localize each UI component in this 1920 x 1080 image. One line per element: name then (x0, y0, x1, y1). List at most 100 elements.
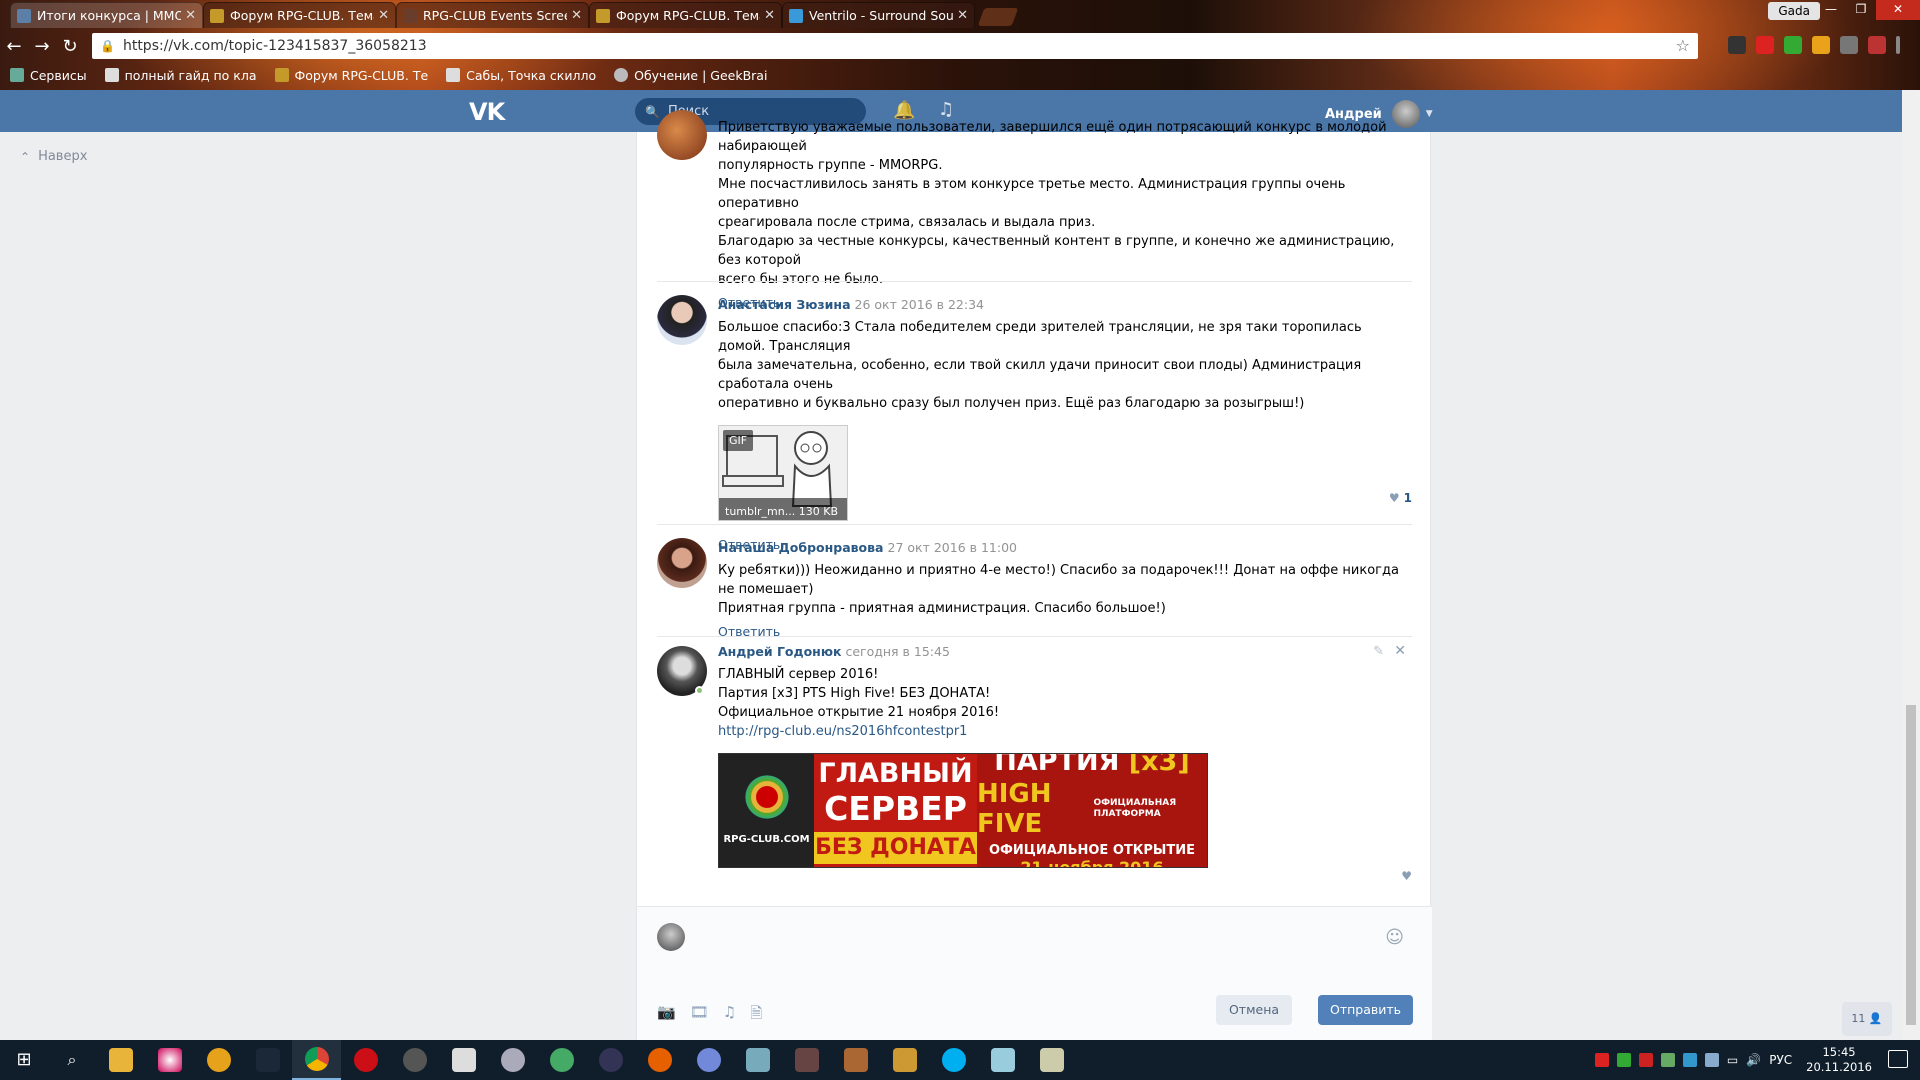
comment-link[interactable]: http://rpg-club.eu/ns2016hfcontestpr1 (718, 722, 1412, 741)
send-button[interactable]: Отправить (1318, 995, 1413, 1025)
bookmark-item[interactable]: Сабы, Точка скилло (446, 68, 596, 83)
video-icon[interactable]: 🎞 (690, 1003, 709, 1028)
participants-counter[interactable]: 11 👤 (1842, 1002, 1892, 1036)
close-tab-icon[interactable]: ✕ (185, 8, 196, 23)
taskbar-app[interactable] (831, 1040, 880, 1080)
close-tab-icon[interactable]: ✕ (957, 8, 968, 23)
page-scrollbar[interactable] (1902, 90, 1920, 1040)
comment-input[interactable] (701, 917, 1372, 957)
extension-icon[interactable] (1784, 36, 1802, 54)
tray-icon[interactable] (1638, 1053, 1653, 1067)
taskbar-app[interactable] (439, 1040, 488, 1080)
taskbar-app[interactable] (194, 1040, 243, 1080)
forward-icon[interactable]: → (28, 36, 56, 57)
volume-icon[interactable]: 🔊 (1746, 1053, 1761, 1067)
scrollbar-thumb[interactable] (1906, 705, 1916, 1025)
extension-icon[interactable] (1868, 36, 1886, 54)
extension-icon[interactable] (1728, 36, 1746, 54)
tray-icon[interactable] (1704, 1053, 1719, 1067)
action-center-icon[interactable] (1888, 1050, 1908, 1068)
avatar[interactable] (657, 110, 707, 160)
document-icon[interactable]: 🗎 (750, 1003, 762, 1028)
reload-icon[interactable]: ↻ (56, 36, 84, 57)
browser-tab[interactable]: RPG-CLUB Events Screen ✕ (396, 2, 589, 28)
emoji-icon[interactable]: ☺ (1385, 927, 1404, 948)
taskbar-app[interactable] (292, 1040, 341, 1080)
promo-banner-image[interactable]: RPG-CLUB.COM ГЛАВНЫЙ СЕРВЕР БЕЗ ДОНАТА П… (718, 753, 1208, 868)
comment-date[interactable]: сегодня в 15:45 (845, 644, 949, 659)
cancel-button[interactable]: Отмена (1216, 995, 1292, 1025)
browser-tab[interactable]: Форум RPG-CLUB. Тема ✕ (203, 2, 396, 28)
comment-date[interactable]: 26 окт 2016 в 22:34 (855, 297, 984, 312)
scroll-to-top-button[interactable]: ⌃ Наверх (20, 149, 87, 164)
menu-icon[interactable] (1896, 36, 1900, 54)
taskbar-app[interactable] (733, 1040, 782, 1080)
tray-icon[interactable] (1616, 1053, 1631, 1067)
like-button[interactable]: ♥ (1401, 869, 1412, 883)
author-name[interactable]: Наташа Добронравова (718, 540, 884, 555)
music-icon[interactable]: ♫ (938, 99, 954, 120)
taskbar-app[interactable] (243, 1040, 292, 1080)
vk-logo[interactable]: VK (469, 98, 505, 126)
new-tab-button[interactable] (977, 8, 1019, 26)
browser-tab[interactable]: Итоги конкурса | ММО ✕ (10, 2, 203, 28)
comment-item: Анастасия Зюзина 26 окт 2016 в 22:34 Боль… (657, 295, 1412, 552)
extensions-area (1728, 36, 1900, 54)
author-name[interactable]: Анастасия Зюзина (718, 297, 851, 312)
taskbar-app[interactable] (96, 1040, 145, 1080)
close-tab-icon[interactable]: ✕ (571, 8, 582, 23)
restore-icon[interactable]: ❐ (1846, 0, 1876, 20)
bookmark-star-icon[interactable]: ☆ (1676, 36, 1690, 55)
browser-tab[interactable]: Форум RPG-CLUB. Тема ✕ (589, 2, 782, 28)
taskbar-app[interactable] (390, 1040, 439, 1080)
taskbar-search-icon[interactable]: ⌕ (48, 1050, 96, 1070)
taskbar-app[interactable] (537, 1040, 586, 1080)
close-tab-icon[interactable]: ✕ (378, 8, 389, 23)
rpg-favicon-icon (274, 68, 289, 82)
minimize-icon[interactable]: — (1816, 0, 1846, 20)
author-name[interactable]: Андрей Годонюк (718, 644, 841, 659)
taskbar-app[interactable] (635, 1040, 684, 1080)
start-button[interactable]: ⊞ (0, 1040, 48, 1080)
comment-date[interactable]: 27 окт 2016 в 11:00 (888, 540, 1017, 555)
tray-icon[interactable] (1660, 1053, 1675, 1067)
window-user-badge[interactable]: Gada (1768, 2, 1820, 20)
gif-attachment[interactable]: GIF tumblr_mn... 130 KB (718, 425, 848, 521)
like-button[interactable]: ♥ 1 (1389, 491, 1412, 505)
taskbar-app[interactable] (782, 1040, 831, 1080)
avatar[interactable] (657, 538, 707, 588)
taskbar-app[interactable] (488, 1040, 537, 1080)
taskbar-app[interactable] (684, 1040, 733, 1080)
app-icon (843, 1048, 868, 1072)
tray-icon[interactable] (1594, 1053, 1609, 1067)
browser-tab[interactable]: Ventrilo - Surround Sour ✕ (782, 2, 975, 28)
bookmark-item[interactable]: Обучение | GeekBrai (614, 68, 767, 83)
back-icon[interactable]: ← (0, 36, 28, 57)
bookmark-item[interactable]: Форум RPG-CLUB. Те (274, 68, 428, 83)
taskbar-app[interactable] (586, 1040, 635, 1080)
window-close-icon[interactable]: ✕ (1876, 0, 1920, 20)
taskbar-app[interactable] (929, 1040, 978, 1080)
network-icon[interactable]: ▭ (1727, 1053, 1738, 1067)
avatar[interactable] (657, 295, 707, 345)
taskbar-app[interactable] (341, 1040, 390, 1080)
reply-link[interactable]: Ответить (718, 622, 1412, 641)
audio-icon[interactable]: ♫ (723, 1003, 736, 1028)
close-tab-icon[interactable]: ✕ (764, 8, 775, 23)
avatar (657, 923, 685, 951)
language-indicator[interactable]: РУС (1769, 1053, 1792, 1067)
extension-icon[interactable] (1812, 36, 1830, 54)
address-bar[interactable]: 🔒 https://vk.com/topic-123415837_3605821… (92, 33, 1698, 59)
taskbar-app[interactable] (145, 1040, 194, 1080)
tray-icon[interactable] (1682, 1053, 1697, 1067)
extension-icon[interactable] (1840, 36, 1858, 54)
taskbar-app[interactable] (1027, 1040, 1076, 1080)
clock[interactable]: 15:45 20.11.2016 (1806, 1045, 1872, 1075)
bookmark-item[interactable]: полный гайд по кла (104, 68, 257, 83)
comment-text: среагировала после стрима, связалась и в… (718, 215, 1096, 230)
taskbar-app[interactable] (880, 1040, 929, 1080)
taskbar-app[interactable] (978, 1040, 1027, 1080)
extension-icon[interactable] (1756, 36, 1774, 54)
camera-icon[interactable]: 📷 (657, 1003, 676, 1028)
bookmark-item[interactable]: Сервисы (10, 68, 87, 83)
